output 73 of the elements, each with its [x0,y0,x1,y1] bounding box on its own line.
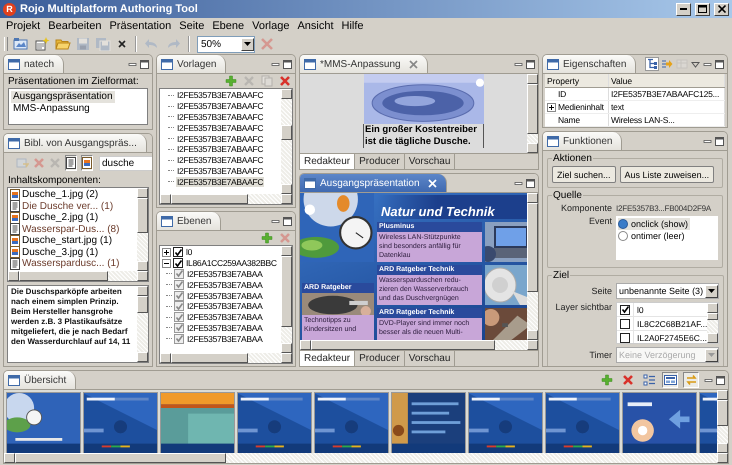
table-cell-text: IL8C2C68B21AF... [636,318,708,328]
list-item[interactable]: Dusche_1.jpg (2) [22,189,98,200]
menu-item[interactable]: Ebene [212,20,244,32]
tree-item[interactable]: I2FE5357B3E7ABAAFC [176,166,264,176]
action-button[interactable]: Ziel suchen... [552,166,616,183]
panel-tab[interactable]: Funktionen [543,132,622,150]
group-title: Aktionen [552,153,593,164]
editor-tab[interactable]: Redakteur [300,351,356,366]
component-id: I2FE5357B3...FB004D2F9A [616,204,712,212]
tree-item[interactable]: I2FE5357B3E7ABAAFC [176,122,264,133]
tree-item[interactable]: I2FE5357B3E7ABAAFC [176,144,264,154]
table-cell: Name [558,115,580,125]
panel-tab[interactable]: Übersicht [4,371,76,389]
list-item[interactable]: Wasserspar-Dus... (8) [22,224,120,235]
tree-item[interactable]: I2FE5357B3E7ABAAFC [176,155,264,166]
list-item[interactable]: Dusche_start.jpg (1) [22,235,112,246]
list-item[interactable]: Die Dusche ver... (1) [22,200,114,212]
group-title: Ziel [552,270,570,281]
list-item[interactable]: Wasserspardusc... (1) [22,258,120,270]
field-label: Seite [590,286,612,296]
column-header[interactable]: Property [545,74,609,87]
panel-tab[interactable]: Ebenen [157,212,222,230]
field-label: Layer sichtbar [554,302,612,312]
app-logo: R [3,2,16,16]
table-cell: ID [558,89,566,99]
panel-tab[interactable]: Eigenschaften [543,55,636,73]
group-title: Quelle [552,190,583,201]
table-cell-text: l0 [636,304,644,314]
menu-item[interactable]: Projekt [6,20,40,32]
slide-caption: Ein großer Kostentreiber ist die tägliche Dusche. [363,124,484,148]
text-preview: Die Duschsparköpfe arbeiten nach einem simplen Prinzip. Beim Hersteller hansgrohe werden z.B. 3 Plastikaufsätze mitgeliefert, die je nach Bedarf den Wasserdurchlauf auf 14, 11 [10,286,132,348]
list-label: Präsentationen im Zielformat: [7,75,140,88]
list-item[interactable]: Ausgangspräsentation [11,91,115,103]
menu-item[interactable]: Ansicht [297,20,334,32]
column-header[interactable]: Value [609,74,725,87]
tree-item[interactable]: I2FE5357B3E7ABAAFC [176,134,264,144]
radio-label: onclick (show) [631,219,688,229]
tree-item[interactable]: l0 [185,247,194,258]
panel-tab[interactable]: Bibl. von Ausgangspräs... [4,134,147,152]
field-label: Timer [588,350,612,360]
menu-item[interactable]: Vorlage [252,20,290,32]
menu-item[interactable]: Seite [179,20,204,32]
field-label: Komponente [560,203,612,213]
page-dropdown[interactable]: unbenannte Seite (3) [616,283,720,299]
zoom-dropdown[interactable]: 50% [197,36,255,52]
slide-heading: Natur und Technik [380,204,495,219]
table-cell-text: IL2A0F2745E6C... [636,332,707,342]
list-label: Inhaltskomponenten: [7,174,102,187]
table-cell: text [611,102,624,112]
tree-item[interactable]: IL86A1CC259AA382BBC [185,258,278,268]
editor-tab[interactable]: Redakteur [300,154,356,169]
field-label: Event [588,216,612,226]
panel-tab[interactable]: *MMS-Anpassung [300,55,428,73]
panel-tab[interactable]: Vorlagen [157,55,226,73]
list-item[interactable]: MMS-Anpassung [11,103,92,115]
tree-item[interactable]: I2FE5357B3E7ABAAFC [176,112,264,122]
menu-item[interactable]: Präsentation [109,20,172,32]
list-item[interactable]: Dusche_3.jpg (1) [22,246,98,258]
list-item[interactable]: Dusche_2.jpg (1) [22,212,98,224]
tree-item[interactable]: I2FE5357B3E7ABAAFC [176,101,264,112]
panel-tab[interactable]: Ausgangspräsentation [300,174,447,192]
table-cell: Medieninhalt [558,102,604,112]
radio-label: ontimer (leer) [631,231,685,241]
tree-item[interactable]: I2FE5357B3E7ABAAFC [176,176,264,187]
table-cell: Wireless LAN-S... [611,115,675,125]
panel-tab[interactable]: natech [4,55,64,73]
table-cell: I2FE5357B3E7ABAAFC125... [611,89,720,99]
window-title: Rojo Multiplatform Authoring Tool [20,3,198,15]
menu-item[interactable]: Hilfe [342,20,364,32]
search-field[interactable]: dusche [99,156,152,170]
menu-item[interactable]: Bearbeiten [48,20,102,32]
tree-item[interactable]: I2FE5357B3E7ABAAFC [176,90,264,100]
action-button[interactable]: Aus Liste zuweisen... [620,166,714,183]
